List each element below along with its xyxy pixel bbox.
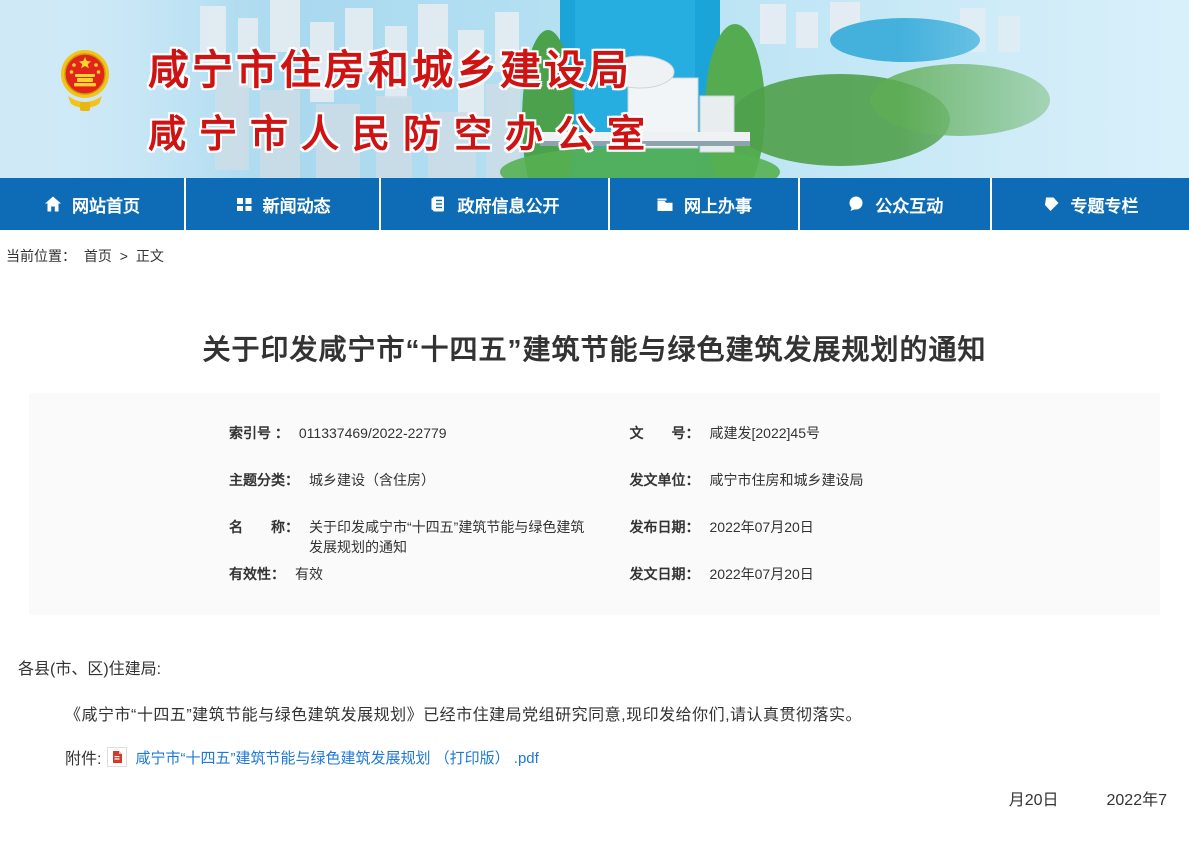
meta-value: 2022年07月20日 — [710, 564, 814, 584]
nav-item-home[interactable]: 网站首页 — [0, 178, 186, 230]
breadcrumb-home-link[interactable]: 首页 — [84, 248, 112, 264]
publish-date-line: 月20日 2022年7 — [1009, 786, 1167, 810]
nav-item-label: 公众互动 — [875, 192, 943, 217]
meta-topic-category: 主题分类： 城乡建设（含住房） — [29, 456, 595, 503]
nav-item-gov-info[interactable]: 政府信息公开 — [381, 178, 609, 230]
meta-value: 城乡建设（含住房） — [309, 470, 435, 490]
nav-item-label: 专题专栏 — [1071, 192, 1139, 217]
meta-index-number: 索引号 ： 011337469/2022-22779 — [29, 409, 595, 456]
meta-label: 文 号： — [630, 423, 700, 443]
nav-item-special-topics[interactable]: 专题专栏 — [992, 178, 1189, 230]
meta-value: 011337469/2022-22779 — [299, 425, 447, 441]
meta-label: 发文单位： — [630, 470, 700, 490]
meta-doc-name: 名 称： 关于印发咸宁市“十四五”建筑节能与绿色建筑发展规划的通知 — [29, 503, 595, 550]
meta-label: 发布日期： — [630, 517, 700, 537]
meta-grid: 索引号 ： 011337469/2022-22779 文 号： 咸建发[2022… — [29, 409, 1160, 597]
breadcrumb: 当前位置： 首页 > 正文 — [0, 230, 1189, 260]
tag-icon — [1043, 195, 1061, 213]
page: 咸宁市住房和城乡建设局 咸宁市人民防空办公室 网站首页 新闻动态 政府信息公开 — [0, 0, 1189, 853]
nav-item-label: 政府信息公开 — [457, 192, 559, 217]
meta-value: 咸宁市住房和城乡建设局 — [710, 470, 864, 490]
document-body: 各县(市、区)住建局: 《咸宁市“十四五”建筑节能与绿色建筑发展规划》已经市住建… — [0, 655, 1189, 769]
meta-issue-date: 发文日期： 2022年07月20日 — [595, 550, 1161, 597]
date-part-2: 2022年7 — [1107, 792, 1168, 809]
nav-item-news[interactable]: 新闻动态 — [186, 178, 381, 230]
meta-issuing-unit: 发文单位： 咸宁市住房和城乡建设局 — [595, 456, 1161, 503]
attachment-row: 附件: 咸宁市“十四五”建筑节能与绿色建筑发展规划 （打印版） .pdf — [0, 745, 1189, 769]
nav-item-label: 网站首页 — [72, 192, 140, 217]
pdf-file-icon — [107, 747, 127, 767]
meta-value: 有效 — [295, 564, 323, 584]
meta-label: 主题分类： — [229, 470, 299, 490]
attachment-pdf-link[interactable]: 咸宁市“十四五”建筑节能与绿色建筑发展规划 （打印版） .pdf — [135, 747, 538, 768]
org-titles: 咸宁市住房和城乡建设局 咸宁市人民防空办公室 — [148, 36, 658, 158]
breadcrumb-separator: > — [120, 248, 128, 264]
org-name-line1: 咸宁市住房和城乡建设局 — [148, 36, 658, 96]
attachment-label: 附件: — [65, 745, 101, 769]
meta-doc-number: 文 号： 咸建发[2022]45号 — [595, 409, 1161, 456]
meta-publish-date: 发布日期： 2022年07月20日 — [595, 503, 1161, 550]
nav-item-online-services[interactable]: 网上办事 — [610, 178, 801, 230]
meta-value: 咸建发[2022]45号 — [710, 423, 821, 443]
document-meta-panel: 索引号 ： 011337469/2022-22779 文 号： 咸建发[2022… — [29, 393, 1160, 615]
nav-item-label: 新闻动态 — [263, 192, 331, 217]
meta-value: 2022年07月20日 — [710, 517, 814, 537]
body-paragraph: 《咸宁市“十四五”建筑节能与绿色建筑发展规划》已经市住建局党组研究同意,现印发给… — [0, 701, 1189, 725]
page-title: 关于印发咸宁市“十四五”建筑节能与绿色建筑发展规划的通知 — [0, 328, 1189, 368]
header-banner: 咸宁市住房和城乡建设局 咸宁市人民防空办公室 — [0, 0, 1189, 178]
meta-label: 名 称： — [229, 517, 299, 537]
org-name-line2: 咸宁市人民防空办公室 — [148, 103, 658, 158]
meta-label: 有效性： — [229, 564, 285, 584]
grid-icon — [235, 195, 253, 213]
main-nav: 网站首页 新闻动态 政府信息公开 网上办事 公众互动 — [0, 178, 1189, 230]
breadcrumb-label: 当前位置： — [6, 248, 76, 264]
date-part-1: 月20日 — [1009, 792, 1059, 809]
nav-item-public-interaction[interactable]: 公众互动 — [800, 178, 992, 230]
china-national-emblem-icon — [60, 44, 110, 120]
meta-validity: 有效性： 有效 — [29, 550, 595, 597]
meta-label: 索引号 ： — [229, 423, 289, 443]
home-icon — [44, 195, 62, 213]
chat-bubble-icon — [847, 195, 865, 213]
briefcase-icon — [656, 195, 674, 213]
breadcrumb-current: 正文 — [136, 248, 164, 264]
nav-item-label: 网上办事 — [684, 192, 752, 217]
salutation: 各县(市、区)住建局: — [0, 655, 1189, 679]
meta-label: 发文日期： — [630, 564, 700, 584]
document-icon — [429, 195, 447, 213]
